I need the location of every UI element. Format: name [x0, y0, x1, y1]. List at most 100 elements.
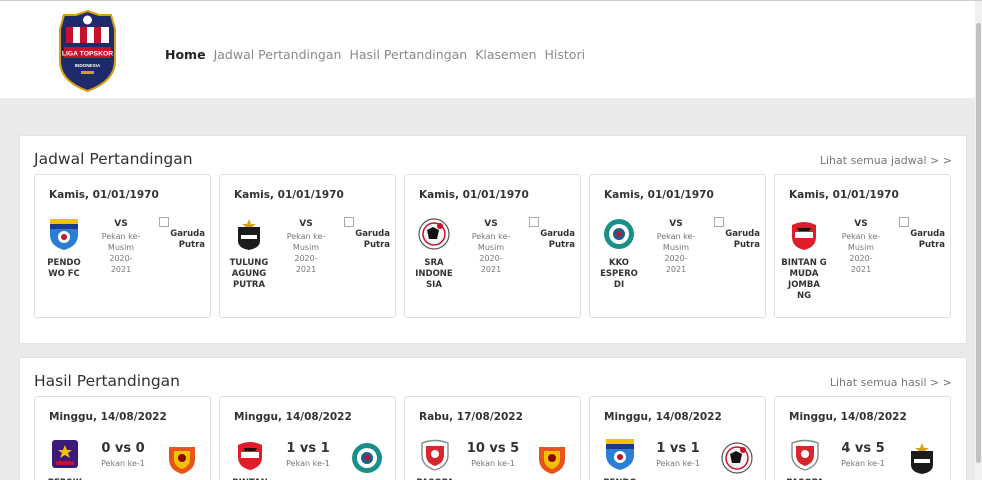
- season-week: Pekan ke- Musim 2020- 2021: [286, 232, 326, 274]
- home-team-logo: [783, 437, 827, 475]
- nav-klasemen[interactable]: Klasemen: [475, 47, 536, 62]
- season-week: Pekan ke-1: [471, 459, 515, 468]
- result-card[interactable]: Minggu, 14/08/2022 PENDO 1 vs 1 Pekan ke…: [589, 396, 766, 480]
- away-team: Garuda Putra: [529, 217, 575, 251]
- match-date: Kamis, 01/01/1970: [419, 189, 529, 201]
- season-week: Pekan ke- Musim 2020- 2021: [471, 232, 511, 274]
- home-team: TULUNG AGUNG PUTRA: [226, 217, 272, 291]
- home-team-name: KKO ESPERO DI: [600, 258, 638, 290]
- schedule-card[interactable]: Kamis, 01/01/1970 PENDO WO FC VS Pekan k…: [34, 174, 211, 318]
- away-team: KKO: [344, 441, 390, 480]
- away-team-name: Garuda Putra: [170, 229, 205, 250]
- result-card[interactable]: Rabu, 17/08/2022 PASOPA 10 vs 5 Pekan ke…: [404, 396, 581, 480]
- match-info: VS Pekan ke- Musim 2020- 2021: [284, 219, 328, 275]
- home-team-logo: [228, 437, 272, 475]
- match-score: 1 vs 1: [286, 441, 330, 456]
- broken-image-icon: [344, 217, 354, 227]
- away-team-name: Garuda Putra: [910, 229, 945, 250]
- schedule-card[interactable]: Kamis, 01/01/1970 SRA INDONE SIA VS Peka…: [404, 174, 581, 318]
- schedule-card[interactable]: Kamis, 01/01/1970 KKO ESPERO DI VS Pekan…: [589, 174, 766, 318]
- main-nav: Home Jadwal Pertandingan Hasil Pertandin…: [165, 47, 585, 62]
- home-team: PENDO: [598, 437, 642, 480]
- match-result: 1 vs 1 Pekan ke-1: [280, 441, 336, 469]
- header: LIGA TOPSKOR INDONESIA Home Jadwal Perta…: [0, 1, 975, 98]
- home-team-logo: [43, 437, 87, 475]
- schedule-card[interactable]: Kamis, 01/01/1970 TULUNG AGUNG PUTRA VS …: [219, 174, 396, 318]
- home-team: PASOPA: [783, 437, 827, 480]
- broken-image-icon: [159, 217, 169, 227]
- match-info: VS Pekan ke- Musim 2020- 2021: [839, 219, 883, 275]
- broken-image-icon: [899, 217, 909, 227]
- home-team: PERSIK: [43, 437, 87, 480]
- away-team: TULUNG: [899, 441, 945, 480]
- home-team-logo: [598, 437, 642, 475]
- nav-hasil-pertandingan[interactable]: Hasil Pertandingan: [349, 47, 467, 62]
- season-week: Pekan ke-1: [286, 459, 330, 468]
- match-date: Kamis, 01/01/1970: [49, 189, 159, 201]
- home-team-logo: [41, 217, 87, 255]
- away-team-name: Garuda Putra: [540, 229, 575, 250]
- match-date: Minggu, 14/08/2022: [49, 411, 167, 423]
- away-team: Garuda Putra: [344, 217, 390, 251]
- match-date: Kamis, 01/01/1970: [604, 189, 714, 201]
- match-date: Kamis, 01/01/1970: [234, 189, 344, 201]
- nav-histori[interactable]: Histori: [545, 47, 586, 62]
- see-all-schedule-link[interactable]: Lihat semua jadwal > >: [820, 154, 952, 167]
- home-team-name: TULUNG AGUNG PUTRA: [229, 258, 269, 290]
- page-scrollbar[interactable]: [975, 1, 982, 480]
- away-team-logo: [899, 441, 945, 479]
- away-team-name: Garuda Putra: [355, 229, 390, 250]
- home-team-name: BINTAN G MUDA JOMBA NG: [781, 258, 827, 301]
- home-team-logo: [411, 217, 457, 255]
- result-card[interactable]: Minggu, 14/08/2022 PERSIK 0 vs 0 Pekan k…: [34, 396, 211, 480]
- season-week: Pekan ke- Musim 2020- 2021: [656, 232, 696, 274]
- home-team-logo: [596, 217, 642, 255]
- nav-jadwal-pertandingan[interactable]: Jadwal Pertandingan: [214, 47, 342, 62]
- result-card[interactable]: Minggu, 14/08/2022 PASOPA 4 vs 5 Pekan k…: [774, 396, 951, 480]
- svg-text:LIGA TOPSKOR: LIGA TOPSKOR: [62, 51, 113, 58]
- vs-label: VS: [299, 219, 313, 229]
- home-team: BINTAN G MUDA JOMBA NG: [781, 217, 827, 302]
- home-team-logo: [413, 437, 457, 475]
- nav-home[interactable]: Home: [165, 47, 206, 62]
- away-team-logo: [159, 441, 205, 479]
- broken-image-icon: [714, 217, 724, 227]
- match-result: 10 vs 5 Pekan ke-1: [465, 441, 521, 469]
- results-panel: Hasil Pertandingan Lihat semua hasil > >…: [19, 357, 967, 480]
- match-info: VS Pekan ke- Musim 2020- 2021: [99, 219, 143, 275]
- home-team-logo: [226, 217, 272, 255]
- match-date: Rabu, 17/08/2022: [419, 411, 523, 423]
- vs-label: VS: [114, 219, 128, 229]
- match-date: Minggu, 14/08/2022: [789, 411, 907, 423]
- results-title: Hasil Pertandingan: [34, 372, 181, 390]
- match-info: VS Pekan ke- Musim 2020- 2021: [654, 219, 698, 275]
- home-team-name: PENDO WO FC: [47, 258, 81, 279]
- match-score: 1 vs 1: [656, 441, 700, 456]
- vs-label: VS: [854, 219, 868, 229]
- match-info: VS Pekan ke- Musim 2020- 2021: [469, 219, 513, 275]
- away-team: Garuda Putra: [714, 217, 760, 251]
- away-team: Garuda Putra: [159, 217, 205, 251]
- match-score: 4 vs 5: [841, 441, 885, 456]
- vs-label: VS: [484, 219, 498, 229]
- away-team: PSAD: [159, 441, 205, 480]
- home-team: PENDO WO FC: [41, 217, 87, 280]
- vs-label: VS: [669, 219, 683, 229]
- see-all-results-link[interactable]: Lihat semua hasil > >: [830, 376, 952, 389]
- svg-text:INDONESIA: INDONESIA: [75, 63, 101, 68]
- away-team-logo: [344, 441, 390, 479]
- match-result: 4 vs 5 Pekan ke-1: [835, 441, 891, 469]
- season-week: Pekan ke-1: [656, 459, 700, 468]
- result-card[interactable]: Minggu, 14/08/2022 BINTAN 1 vs 1 Pekan k…: [219, 396, 396, 480]
- season-week: Pekan ke- Musim 2020- 2021: [101, 232, 141, 274]
- liga-topskor-logo[interactable]: LIGA TOPSKOR INDONESIA: [57, 9, 118, 93]
- season-week: Pekan ke- Musim 2020- 2021: [841, 232, 881, 274]
- match-score: 0 vs 0: [101, 441, 145, 456]
- schedule-card[interactable]: Kamis, 01/01/1970 BINTAN G MUDA JOMBA NG…: [774, 174, 951, 318]
- broken-image-icon: [529, 217, 539, 227]
- schedule-panel: Jadwal Pertandingan Lihat semua jadwal >…: [19, 135, 967, 344]
- away-team: Garuda Putra: [899, 217, 945, 251]
- scrollbar-thumb[interactable]: [976, 23, 981, 463]
- season-week: Pekan ke-1: [841, 459, 885, 468]
- home-team-name: SRA INDONE SIA: [415, 258, 453, 290]
